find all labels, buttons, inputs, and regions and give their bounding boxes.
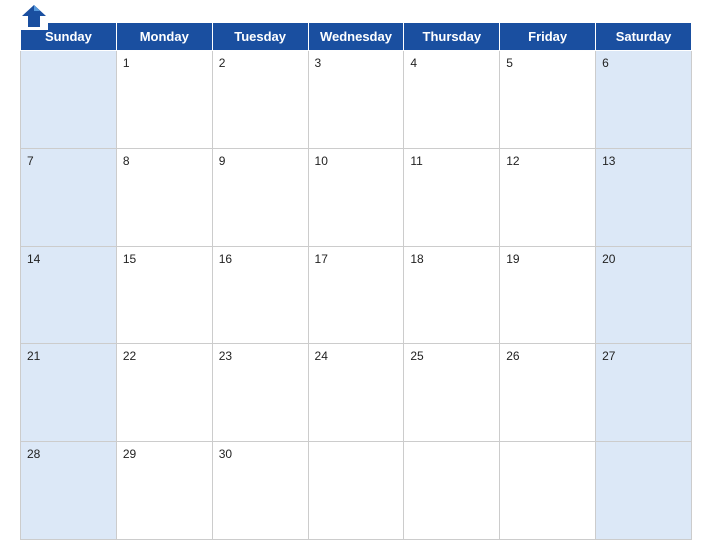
calendar-day-11: 11 (404, 148, 500, 246)
weekday-header-monday: Monday (116, 23, 212, 51)
calendar-empty (596, 442, 692, 540)
calendar-empty (308, 442, 404, 540)
day-number: 27 (602, 349, 615, 363)
calendar-day-23: 23 (212, 344, 308, 442)
calendar-day-16: 16 (212, 246, 308, 344)
day-number: 22 (123, 349, 136, 363)
day-number: 4 (410, 56, 417, 70)
calendar-week-2: 7 8 9 10 11 12 13 (21, 148, 692, 246)
day-number: 10 (315, 154, 328, 168)
day-number: 5 (506, 56, 513, 70)
day-number: 14 (27, 252, 40, 266)
day-number: 7 (27, 154, 34, 168)
calendar-day-19: 19 (500, 246, 596, 344)
day-number: 18 (410, 252, 423, 266)
calendar-header (20, 10, 692, 16)
calendar-day-24: 24 (308, 344, 404, 442)
calendar-day-15: 15 (116, 246, 212, 344)
weekday-header-row: SundayMondayTuesdayWednesdayThursdayFrid… (21, 23, 692, 51)
day-number: 20 (602, 252, 615, 266)
weekday-header-tuesday: Tuesday (212, 23, 308, 51)
day-number: 9 (219, 154, 226, 168)
calendar-day-20: 20 (596, 246, 692, 344)
calendar-day-26: 26 (500, 344, 596, 442)
day-number: 2 (219, 56, 226, 70)
weekday-header-wednesday: Wednesday (308, 23, 404, 51)
day-number: 26 (506, 349, 519, 363)
calendar-week-4: 21 22 23 24 25 26 27 (21, 344, 692, 442)
weekday-header-friday: Friday (500, 23, 596, 51)
day-number: 13 (602, 154, 615, 168)
calendar-day-14: 14 (21, 246, 117, 344)
calendar-empty (500, 442, 596, 540)
calendar-day-4: 4 (404, 51, 500, 149)
day-number: 8 (123, 154, 130, 168)
calendar-day-27: 27 (596, 344, 692, 442)
day-number: 1 (123, 56, 130, 70)
calendar-day-25: 25 (404, 344, 500, 442)
day-number: 16 (219, 252, 232, 266)
calendar-day-8: 8 (116, 148, 212, 246)
logo (20, 2, 52, 30)
calendar-week-3: 14 15 16 17 18 19 20 (21, 246, 692, 344)
calendar-day-3: 3 (308, 51, 404, 149)
calendar-header-row: SundayMondayTuesdayWednesdayThursdayFrid… (21, 23, 692, 51)
calendar-empty (404, 442, 500, 540)
calendar-day-17: 17 (308, 246, 404, 344)
calendar-day-2: 2 (212, 51, 308, 149)
calendar-day-30: 30 (212, 442, 308, 540)
day-number: 29 (123, 447, 136, 461)
day-number: 30 (219, 447, 232, 461)
day-number: 21 (27, 349, 40, 363)
calendar-body: 1234567891011121314151617181920212223242… (21, 51, 692, 540)
logo-icon (20, 2, 48, 30)
calendar-day-12: 12 (500, 148, 596, 246)
calendar-day-22: 22 (116, 344, 212, 442)
calendar-day-18: 18 (404, 246, 500, 344)
calendar-day-10: 10 (308, 148, 404, 246)
weekday-header-saturday: Saturday (596, 23, 692, 51)
calendar-day-5: 5 (500, 51, 596, 149)
calendar-day-28: 28 (21, 442, 117, 540)
calendar-day-9: 9 (212, 148, 308, 246)
calendar-table: SundayMondayTuesdayWednesdayThursdayFrid… (20, 22, 692, 540)
day-number: 12 (506, 154, 519, 168)
calendar-week-1: 1 2 3 4 5 6 (21, 51, 692, 149)
calendar-empty (21, 51, 117, 149)
day-number: 6 (602, 56, 609, 70)
calendar-week-5: 28 29 30 (21, 442, 692, 540)
calendar-day-7: 7 (21, 148, 117, 246)
weekday-header-thursday: Thursday (404, 23, 500, 51)
day-number: 17 (315, 252, 328, 266)
day-number: 3 (315, 56, 322, 70)
calendar-day-29: 29 (116, 442, 212, 540)
calendar-day-1: 1 (116, 51, 212, 149)
day-number: 23 (219, 349, 232, 363)
calendar-day-21: 21 (21, 344, 117, 442)
day-number: 11 (410, 154, 422, 168)
calendar-day-6: 6 (596, 51, 692, 149)
day-number: 19 (506, 252, 519, 266)
day-number: 28 (27, 447, 40, 461)
day-number: 15 (123, 252, 136, 266)
calendar-day-13: 13 (596, 148, 692, 246)
day-number: 25 (410, 349, 423, 363)
day-number: 24 (315, 349, 328, 363)
